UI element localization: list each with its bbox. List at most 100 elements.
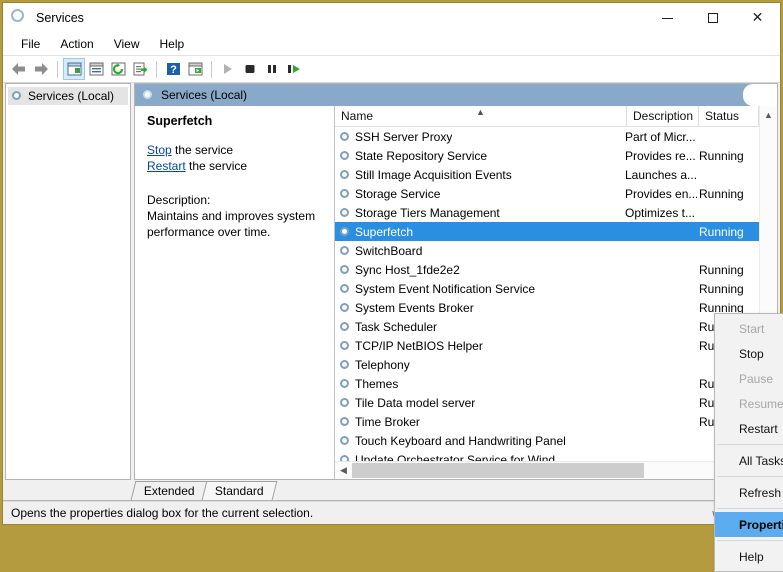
- service-name-label: Telephony: [355, 357, 410, 372]
- list-header: Name ▲ Description Status: [335, 106, 759, 127]
- properties-icon[interactable]: [85, 58, 107, 80]
- table-row[interactable]: Superfetch Running: [335, 222, 759, 241]
- service-name-label: SSH Server Proxy: [355, 129, 453, 144]
- main-body: Services (Local) Services (Local) Superf…: [3, 83, 783, 572]
- table-row[interactable]: Still Image Acquisition Events Launches a…: [335, 165, 759, 184]
- menu-item-resume: Resume: [715, 391, 783, 416]
- refresh-icon[interactable]: [107, 58, 129, 80]
- menu-help[interactable]: Help: [150, 35, 195, 53]
- stop-service-link[interactable]: Stop: [147, 143, 172, 157]
- menu-action[interactable]: Action: [50, 35, 103, 53]
- menu-item-refresh[interactable]: Refresh: [715, 480, 783, 505]
- detail-service-name: Superfetch: [147, 114, 213, 128]
- column-header-description[interactable]: Description: [627, 106, 699, 126]
- column-header-name[interactable]: Name ▲: [335, 106, 627, 126]
- back-icon[interactable]: [8, 58, 30, 80]
- cell-service-name: SSH Server Proxy: [335, 130, 623, 144]
- table-row[interactable]: Task SchedulerRunning: [335, 317, 759, 336]
- service-name-label: Still Image Acquisition Events: [355, 167, 512, 182]
- column-header-status[interactable]: Status: [699, 106, 759, 126]
- hscroll-track[interactable]: [352, 462, 742, 479]
- horizontal-scrollbar[interactable]: ◀ ▶: [335, 461, 759, 479]
- console-tree-pane: Services (Local): [5, 83, 131, 480]
- cell-service-name: System Event Notification Service: [335, 282, 623, 296]
- table-row[interactable]: Storage Service Provides en... Running: [335, 184, 759, 203]
- export-list-icon[interactable]: [129, 58, 151, 80]
- cell-service-name: Superfetch: [335, 224, 623, 239]
- stop-service-icon[interactable]: [239, 58, 261, 80]
- services-gear-icon: [339, 435, 351, 447]
- sort-ascending-icon: ▲: [476, 107, 485, 117]
- services-gear-icon: [339, 264, 351, 276]
- menu-separator: [717, 476, 783, 477]
- tree-item-services-local[interactable]: Services (Local): [8, 87, 128, 105]
- menu-item-properties[interactable]: Properties: [715, 512, 783, 537]
- services-gear-icon: [11, 90, 23, 102]
- table-row[interactable]: Telephony: [335, 355, 759, 374]
- help-icon[interactable]: ?: [162, 58, 184, 80]
- table-row[interactable]: Update Orchestrator Service for Wind: [335, 450, 759, 461]
- services-gear-icon: [11, 9, 29, 27]
- menu-item-label: Restart: [739, 421, 778, 436]
- table-row[interactable]: Sync Host_1fde2e2 Running: [335, 260, 759, 279]
- cell-service-name: Tile Data model server: [335, 396, 623, 410]
- service-name-label: System Events Broker: [355, 300, 474, 315]
- cell-description: Launches a...: [625, 167, 697, 182]
- table-row[interactable]: Touch Keyboard and Handwriting Panel: [335, 431, 759, 450]
- forward-icon[interactable]: [30, 58, 52, 80]
- hscroll-thumb[interactable]: [352, 463, 644, 478]
- cell-service-name: Telephony: [335, 358, 623, 372]
- tab-extended[interactable]: Extended: [130, 481, 209, 500]
- cell-service-name: SwitchBoard: [335, 244, 623, 258]
- detail-description-label: Description:: [147, 193, 211, 207]
- tab-standard-label: Standard: [214, 484, 264, 498]
- menu-item-label: Resume: [739, 396, 783, 411]
- maximize-button[interactable]: [690, 3, 735, 33]
- menu-item-all-tasks[interactable]: All Tasks›: [715, 448, 783, 473]
- service-name-label: SwitchBoard: [355, 243, 423, 258]
- services-gear-icon: [339, 131, 351, 143]
- minimize-button[interactable]: [645, 3, 690, 33]
- menu-item-stop[interactable]: Stop: [715, 341, 783, 366]
- menu-item-label: Pause: [739, 371, 774, 386]
- cell-status: Running: [699, 281, 744, 296]
- table-row[interactable]: Storage Tiers Management Optimizes t...: [335, 203, 759, 222]
- scroll-up-button[interactable]: ▲: [760, 106, 777, 123]
- cell-service-name: Still Image Acquisition Events: [335, 168, 623, 182]
- table-row[interactable]: System Event Notification Service Running: [335, 279, 759, 298]
- detail-description-line1: Maintains and improves system: [147, 209, 316, 223]
- run-icon[interactable]: [184, 58, 206, 80]
- menu-item-label: All Tasks: [739, 453, 783, 468]
- close-button[interactable]: ✕: [735, 3, 780, 33]
- menu-item-restart[interactable]: Restart: [715, 416, 783, 441]
- cell-status: Running: [699, 148, 744, 163]
- service-name-label: Task Scheduler: [355, 319, 438, 334]
- status-bar: Opens the properties dialog box for the …: [3, 501, 780, 524]
- table-row[interactable]: TCP/IP NetBIOS HelperRunning: [335, 336, 759, 355]
- table-row[interactable]: State Repository Service Provides re... Ru…: [335, 146, 759, 165]
- menu-view[interactable]: View: [104, 35, 150, 53]
- restart-service-icon[interactable]: [283, 58, 305, 80]
- menu-item-label: Stop: [739, 346, 764, 361]
- menu-item-help[interactable]: Help: [715, 544, 783, 569]
- pane-header-label: Services (Local): [161, 88, 248, 102]
- table-row[interactable]: SwitchBoard: [335, 241, 759, 260]
- table-row[interactable]: System Events Broker Running: [335, 298, 759, 317]
- table-row[interactable]: Tile Data model serverRunning: [335, 393, 759, 412]
- table-row[interactable]: SSH Server Proxy Part of Micr...: [335, 127, 759, 146]
- table-row[interactable]: Time BrokerRunning: [335, 412, 759, 431]
- menu-item-start: Start: [715, 316, 783, 341]
- restart-service-link[interactable]: Restart: [147, 159, 186, 173]
- cell-status: Running: [699, 262, 744, 277]
- tab-standard[interactable]: Standard: [201, 481, 277, 500]
- show-hide-tree-icon[interactable]: [63, 58, 85, 80]
- scroll-left-button[interactable]: ◀: [335, 462, 352, 479]
- pane-body: Superfetch Stop the service Restart the …: [135, 106, 777, 479]
- restart-service-suffix: the service: [185, 159, 248, 173]
- menu-item-label: Help: [739, 549, 764, 564]
- tree-item-label: Services (Local): [28, 89, 115, 103]
- table-row[interactable]: ThemesRunning: [335, 374, 759, 393]
- pause-service-icon[interactable]: [261, 58, 283, 80]
- services-gear-icon: [339, 359, 351, 371]
- menu-file[interactable]: File: [11, 35, 50, 53]
